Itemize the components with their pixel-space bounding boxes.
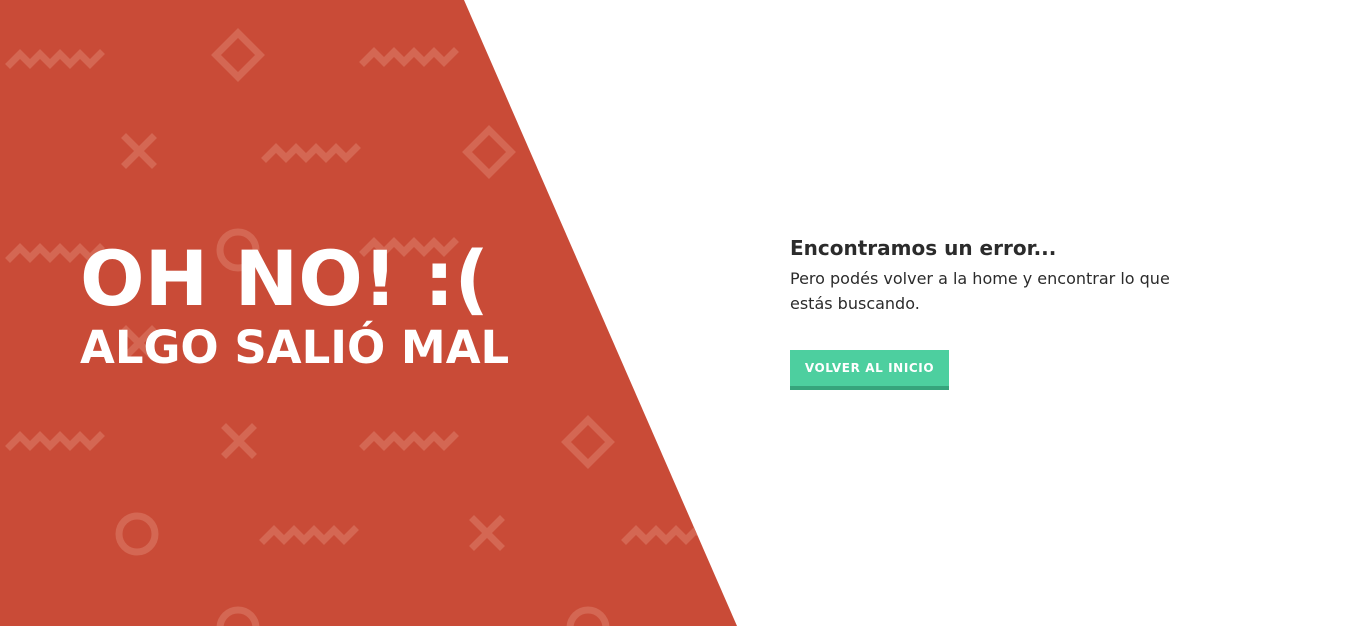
error-subtitle: ALGO SALIÓ MAL: [80, 321, 510, 374]
error-title: OH NO! :(: [80, 234, 490, 323]
error-heading: Encontramos un error...: [790, 236, 1057, 260]
error-message-block: Encontramos un error... Pero podés volve…: [790, 234, 1180, 316]
error-page: OH NO! :( ALGO SALIÓ MAL Encontramos un …: [0, 0, 1366, 626]
error-headline: OH NO! :( ALGO SALIÓ MAL: [80, 236, 509, 374]
back-home-button[interactable]: VOLVER AL INICIO: [790, 350, 949, 390]
error-description: Pero podés volver a la home y encontrar …: [790, 269, 1170, 313]
